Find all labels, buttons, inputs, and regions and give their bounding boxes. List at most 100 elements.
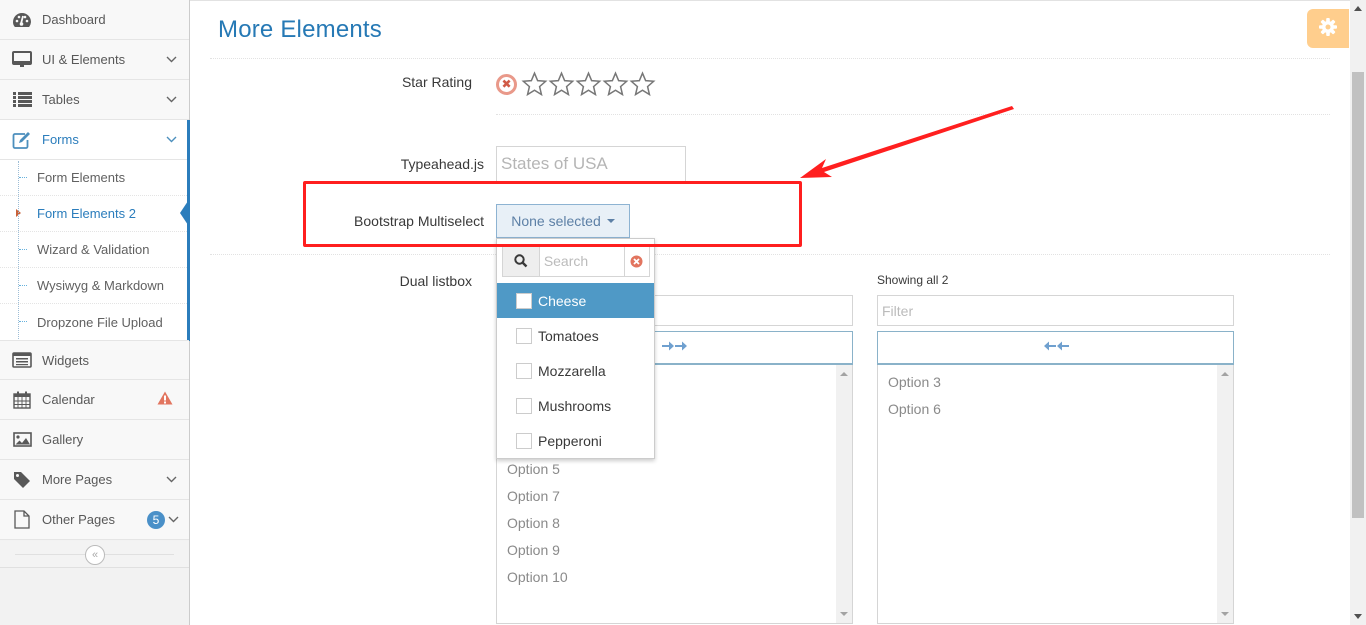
- option-label: Cheese: [538, 292, 587, 309]
- sidebar-collapse-row: «: [0, 541, 189, 568]
- star-1[interactable]: [521, 71, 548, 97]
- multiselect-search-group: [502, 245, 650, 277]
- multiselect-option[interactable]: Tomatoes: [497, 318, 654, 353]
- submenu-tree-line: [18, 161, 19, 341]
- search-icon: [503, 246, 540, 276]
- multiselect-toggle-button[interactable]: None selected: [496, 204, 630, 238]
- star-rating: ✖: [496, 71, 656, 97]
- option-checkbox[interactable]: [516, 397, 532, 414]
- submenu-label: Form Elements: [37, 170, 126, 185]
- option-checkbox[interactable]: [516, 327, 532, 344]
- sidebar-item-label: Dashboard: [42, 12, 106, 27]
- tachometer-icon: [10, 12, 34, 28]
- tag-icon: [10, 471, 34, 489]
- sidebar-item-ui-elements[interactable]: UI & Elements: [0, 40, 189, 80]
- sidebar-item-more-pages[interactable]: More Pages: [0, 460, 189, 500]
- submenu-item-wysiwyg-markdown[interactable]: Wysiwyg & Markdown: [0, 268, 187, 304]
- option-checkbox[interactable]: [516, 362, 532, 379]
- right-filter-input[interactable]: [877, 295, 1234, 326]
- dual-listbox-label: Dual listbox: [399, 273, 472, 289]
- sidebar-item-tables[interactable]: Tables: [0, 80, 189, 120]
- star-4[interactable]: [602, 71, 629, 97]
- chevron-down-icon: [167, 514, 179, 526]
- sidebar-item-other-pages[interactable]: Other Pages 5: [0, 500, 189, 540]
- submenu-item-form-elements-2[interactable]: Form Elements 2: [0, 196, 187, 232]
- sidebar-item-dashboard[interactable]: Dashboard: [0, 0, 189, 40]
- page-title: More Elements: [218, 16, 382, 43]
- left-list-option[interactable]: Option 5: [497, 456, 852, 483]
- submenu-item-dropzone[interactable]: Dropzone File Upload: [0, 304, 187, 341]
- submenu-label: Wysiwyg & Markdown: [37, 278, 165, 293]
- multiselect-search-input[interactable]: [539, 246, 624, 276]
- sidebar-item-calendar[interactable]: Calendar: [0, 380, 189, 420]
- multiselect-option[interactable]: Cheese: [497, 283, 654, 318]
- left-list-option[interactable]: Option 10: [497, 564, 852, 591]
- double-arrow-left-icon: [1042, 339, 1070, 357]
- sidebar-collapse-button[interactable]: «: [85, 545, 105, 565]
- divider: [210, 254, 1330, 255]
- remove-all-button[interactable]: [877, 331, 1234, 365]
- scroll-down-icon: [1354, 614, 1362, 619]
- close-icon: ✖: [501, 77, 512, 91]
- chevron-down-icon: [165, 134, 177, 146]
- scroll-up-icon: [1221, 372, 1229, 376]
- active-arrow-indicator: [180, 201, 188, 225]
- sidebar-item-label: Other Pages: [42, 512, 115, 527]
- option-label: Mozzarella: [538, 362, 606, 379]
- picture-icon: [10, 432, 34, 447]
- sidebar-item-label: More Pages: [42, 472, 113, 487]
- desktop-icon: [10, 51, 34, 68]
- right-options-list[interactable]: Option 3 Option 6: [877, 365, 1234, 624]
- chevron-down-icon: [165, 474, 177, 486]
- scroll-up-icon: [1354, 6, 1362, 11]
- submenu-label: Form Elements 2: [37, 206, 136, 221]
- left-list-option[interactable]: Option 7: [497, 483, 852, 510]
- star-3[interactable]: [575, 71, 602, 97]
- multiselect-option[interactable]: Mozzarella: [497, 353, 654, 388]
- scroll-up-icon: [840, 372, 848, 376]
- left-list-option[interactable]: Option 8: [497, 510, 852, 537]
- right-list-info: Showing all 2: [877, 273, 949, 287]
- main-content: More Elements Star Rating ✖ Typeahead.js…: [190, 0, 1350, 625]
- left-list-scrollbar[interactable]: [836, 365, 852, 623]
- divider: [210, 58, 1330, 59]
- star-2[interactable]: [548, 71, 575, 97]
- settings-button[interactable]: [1307, 9, 1349, 48]
- submenu-label: Wizard & Validation: [37, 242, 150, 257]
- multiselect-option[interactable]: Mushrooms: [497, 388, 654, 423]
- file-icon: [10, 510, 34, 529]
- option-label: Pepperoni: [538, 432, 602, 449]
- caret-down-icon: [606, 219, 615, 223]
- submenu-item-wizard-validation[interactable]: Wizard & Validation: [0, 232, 187, 268]
- list-alt-icon: [10, 352, 34, 368]
- sidebar-item-label: Tables: [42, 92, 80, 107]
- double-angle-left-icon: «: [91, 549, 99, 561]
- divider: [496, 114, 1330, 115]
- chevron-down-icon: [165, 54, 177, 66]
- sidebar: Dashboard UI & Elements Tables Forms For…: [0, 0, 190, 625]
- rating-cancel-button[interactable]: ✖: [496, 73, 517, 95]
- multiselect-label: Bootstrap Multiselect: [354, 213, 484, 229]
- sidebar-item-gallery[interactable]: Gallery: [0, 420, 189, 460]
- calendar-icon: [10, 391, 34, 409]
- sidebar-item-widgets[interactable]: Widgets: [0, 340, 189, 380]
- multiselect-button-text: None selected: [511, 213, 601, 229]
- multiselect-dropdown-menu: Cheese Tomatoes Mozzarella Mushrooms Pep…: [496, 238, 655, 459]
- page-scrollbar[interactable]: [1350, 0, 1366, 625]
- right-list-option[interactable]: Option 6: [878, 396, 1233, 423]
- submenu-item-form-elements[interactable]: Form Elements: [0, 160, 187, 196]
- star-5[interactable]: [629, 71, 656, 97]
- left-list-option[interactable]: Option 9: [497, 537, 852, 564]
- submenu-label: Dropzone File Upload: [37, 315, 163, 330]
- multiselect-option[interactable]: Pepperoni: [497, 423, 654, 458]
- badge-count: 5: [147, 510, 165, 529]
- clear-search-button[interactable]: [623, 246, 649, 276]
- typeahead-input[interactable]: [496, 146, 686, 182]
- scrollbar-thumb[interactable]: [1352, 72, 1364, 518]
- option-checkbox[interactable]: [516, 292, 532, 309]
- sidebar-item-forms[interactable]: Forms: [0, 120, 189, 160]
- right-list-scrollbar[interactable]: [1217, 365, 1233, 623]
- option-checkbox[interactable]: [516, 432, 532, 449]
- warning-icon: [157, 391, 173, 408]
- right-list-option[interactable]: Option 3: [878, 369, 1233, 396]
